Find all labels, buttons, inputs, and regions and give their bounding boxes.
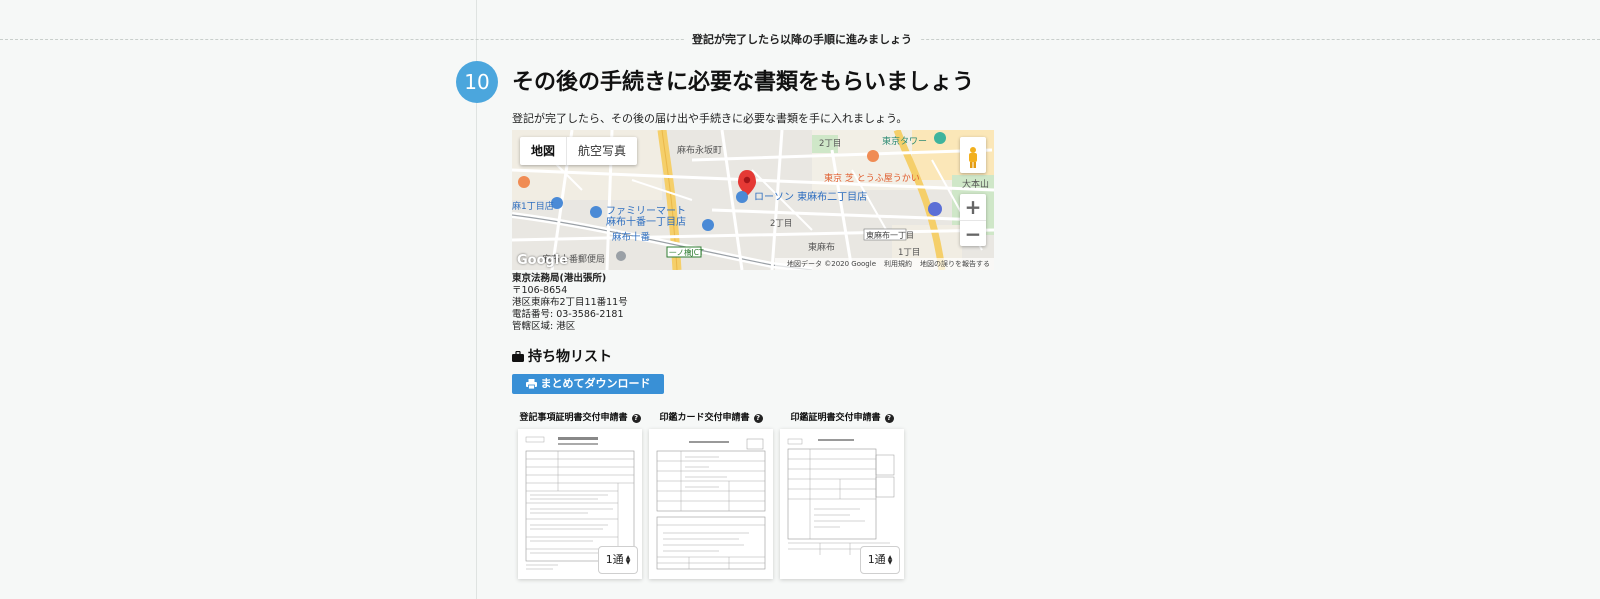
map-label: 大本山 xyxy=(962,178,989,190)
document-title: 印鑑証明書交付申請書 xyxy=(790,413,881,423)
document-title-row: 印鑑証明書交付申請書 ? xyxy=(780,411,904,426)
items-list-heading: 持ち物リスト xyxy=(512,346,612,366)
document-title: 登記事項証明書交付申請書 xyxy=(519,413,628,423)
step-title: その後の手続きに必要な書類をもらいましょう xyxy=(512,70,975,95)
map-label: 東京タワー xyxy=(882,135,927,147)
map-label: 2丁目 xyxy=(770,219,792,229)
document-item: 印鑑証明書交付申請書 ? 1通 ▲ ▼ xyxy=(780,411,904,579)
map-label: 麻布永坂町 xyxy=(677,144,722,156)
report-error-link[interactable]: 地図の誤りを報告する xyxy=(920,260,990,268)
office-phone: 電話番号: 03-3586-2181 xyxy=(512,309,624,320)
map-type-toggle[interactable]: 地図 航空写真 xyxy=(520,137,638,165)
map-type-satellite-button[interactable]: 航空写真 xyxy=(567,137,637,165)
map-label: 1丁目 xyxy=(898,248,920,258)
map-label: 麻1丁目店 xyxy=(512,200,554,212)
map-type-map-button[interactable]: 地図 xyxy=(520,137,568,165)
help-icon[interactable]: ? xyxy=(753,414,763,423)
google-logo[interactable]: Google xyxy=(517,253,568,268)
document-title-row: 印鑑カード交付申請書 ? xyxy=(649,411,773,426)
select-arrows-icon: ▲ ▼ xyxy=(625,554,631,566)
office-address: 港区東麻布2丁目11番11号 xyxy=(512,297,628,308)
document-item: 登記事項証明書交付申請書 ? 1通 ▲ ▼ xyxy=(518,411,642,579)
map-label: 東麻布一丁目 xyxy=(866,230,914,240)
terms-link[interactable]: 利用規約 xyxy=(884,260,912,268)
download-all-label: まとめてダウンロード xyxy=(540,377,651,390)
document-title-row: 登記事項証明書交付申請書 ? xyxy=(518,411,642,426)
document-preview[interactable]: 1通 ▲ ▼ xyxy=(780,429,904,579)
store-marker-icon xyxy=(736,191,748,203)
step-description: 登記が完了したら、その後の届け出や手続きに必要な書類を手に入れましょう。 xyxy=(512,112,908,125)
document-preview[interactable]: 1通 ▲ ▼ xyxy=(518,429,642,579)
map-label: 麻布十番 xyxy=(612,231,651,243)
office-map[interactable]: 麻布永坂町 2丁目 東京タワー 東京 芝 とうふ屋うかい 大本山 ローソン 東麻… xyxy=(512,130,994,270)
map-label: 東京 芝 とうふ屋うかい xyxy=(824,172,920,184)
office-name: 東京法務局(港出張所) xyxy=(512,273,607,284)
quantity-value: 1通 xyxy=(605,553,624,566)
office-jurisdiction: 管轄区域: 港区 xyxy=(512,321,576,332)
restaurant-icon xyxy=(518,176,530,188)
post-office-icon xyxy=(616,251,626,261)
items-heading-label: 持ち物リスト xyxy=(528,349,612,365)
map-label: 2丁目 xyxy=(819,139,841,149)
section-banner: 登記が完了したら以降の手順に進みましょう xyxy=(684,31,920,48)
store-marker-icon xyxy=(590,206,602,218)
map-label: ローソン 東麻布二丁目店 xyxy=(754,190,867,203)
map-label: 東麻布 xyxy=(808,241,835,253)
printer-icon xyxy=(525,379,537,389)
zoom-in-button[interactable]: + xyxy=(960,194,986,221)
map-zoom-control: + − xyxy=(960,194,986,246)
map-label: 麻布十番一丁目店 xyxy=(606,215,686,228)
step-number-badge: 10 xyxy=(456,61,498,103)
attraction-icon xyxy=(934,132,946,144)
zoom-out-button[interactable]: − xyxy=(960,221,986,247)
map-label: ファミリーマート xyxy=(606,206,686,217)
briefcase-icon xyxy=(512,350,524,362)
select-arrows-icon: ▲ ▼ xyxy=(887,554,893,566)
parking-icon xyxy=(928,202,942,216)
download-all-button[interactable]: まとめてダウンロード xyxy=(512,374,664,394)
help-icon[interactable]: ? xyxy=(631,414,641,423)
office-address-block: 東京法務局(港出張所) 〒106-8654 港区東麻布2丁目11番11号 電話番… xyxy=(512,273,628,333)
quantity-value: 1通 xyxy=(867,553,886,566)
map-attribution: 地図データ ©2020 Google xyxy=(787,260,876,268)
document-item: 印鑑カード交付申請書 ? xyxy=(649,411,773,579)
form-thumbnail xyxy=(656,438,766,570)
map-label: 一ノ橋JCT xyxy=(669,247,704,257)
street-view-pegman-icon[interactable] xyxy=(960,137,986,173)
quantity-select[interactable]: 1通 ▲ ▼ xyxy=(598,546,638,574)
document-title: 印鑑カード交付申請書 xyxy=(659,413,750,423)
help-icon[interactable]: ? xyxy=(884,414,894,423)
document-preview[interactable] xyxy=(649,429,773,579)
quantity-select[interactable]: 1通 ▲ ▼ xyxy=(860,546,900,574)
store-marker-icon xyxy=(702,219,714,231)
restaurant-icon xyxy=(867,150,879,162)
office-postal-code: 〒106-8654 xyxy=(512,285,568,296)
map-footer: 地図データ ©2020 Google 利用規約 地図の誤りを報告する xyxy=(775,258,994,270)
